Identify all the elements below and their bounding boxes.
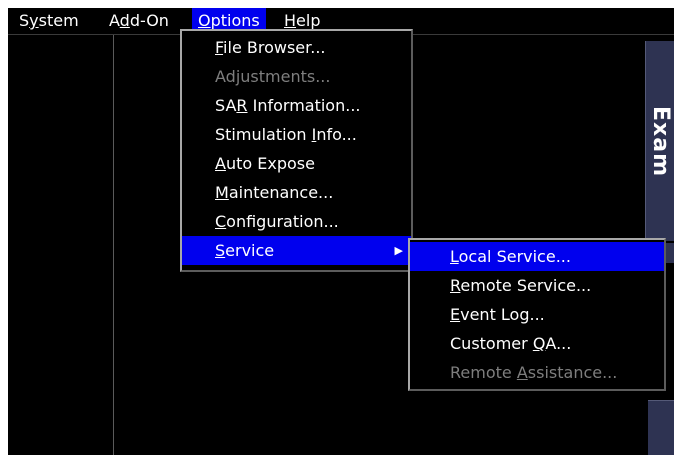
service-submenu: Local Service... Remote Service... Event…: [408, 238, 666, 391]
exam-panel-label: Exam: [648, 106, 673, 177]
side-panel-segment-bottom: [648, 400, 674, 455]
menu-item-customer-qa[interactable]: Customer QA...: [410, 329, 664, 358]
menu-system[interactable]: System: [13, 8, 85, 33]
menu-item-local-service[interactable]: Local Service...: [410, 242, 664, 271]
menu-item-service[interactable]: Service ▶: [182, 236, 411, 265]
menu-item-sar-information[interactable]: SAR Information...: [182, 91, 411, 120]
menu-item-file-browser[interactable]: File Browser...: [182, 33, 411, 62]
menu-item-event-log[interactable]: Event Log...: [410, 300, 664, 329]
menu-item-configuration[interactable]: Configuration...: [182, 207, 411, 236]
panel-divider: [113, 35, 114, 455]
submenu-arrow-icon: ▶: [394, 244, 403, 257]
menu-add-on[interactable]: Add-On: [103, 8, 175, 33]
menu-item-auto-expose[interactable]: Auto Expose: [182, 149, 411, 178]
menu-item-remote-assistance: Remote Assistance...: [450, 363, 618, 382]
menu-item-remote-service[interactable]: Remote Service...: [410, 271, 664, 300]
menu-item-stimulation-info[interactable]: Stimulation Info...: [182, 120, 411, 149]
menu-item-maintenance[interactable]: Maintenance...: [182, 178, 411, 207]
options-dropdown-menu: File Browser... Adjustments... SAR Infor…: [180, 29, 413, 272]
menu-item-adjustments: Adjustments...: [215, 67, 331, 86]
